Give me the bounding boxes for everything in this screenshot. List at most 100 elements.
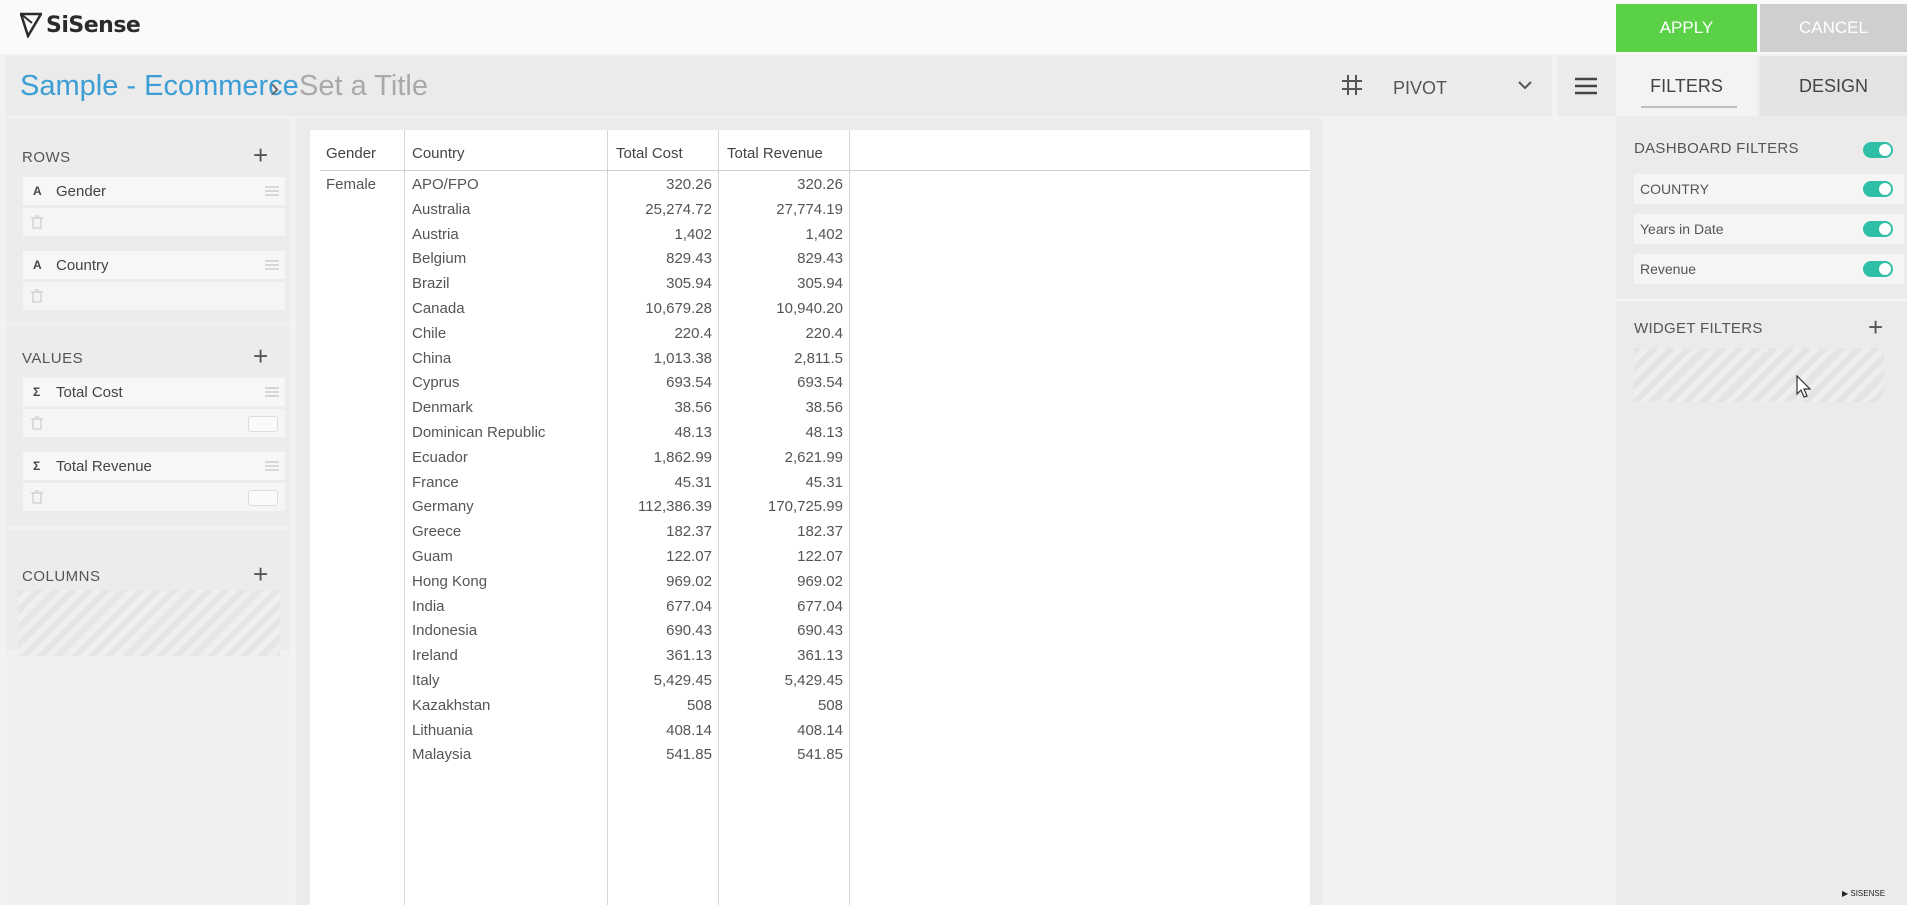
value-field-total-revenue-options bbox=[23, 483, 285, 511]
columns-section: COLUMNS + bbox=[6, 530, 290, 656]
panel-divider bbox=[1616, 299, 1907, 301]
total-cost-cell: 508 bbox=[686, 696, 712, 714]
total-revenue-cell: 10,940.20 bbox=[776, 300, 843, 317]
breadcrumb-separator-icon: › bbox=[270, 72, 280, 103]
trash-icon[interactable] bbox=[31, 215, 43, 229]
chevron-down-icon bbox=[1518, 81, 1532, 90]
field-name: Total Revenue bbox=[56, 458, 152, 475]
total-cost-cell: 10,679.28 bbox=[645, 300, 712, 317]
country-cell: Lithuania bbox=[412, 721, 473, 739]
mouse-cursor-icon bbox=[1796, 375, 1812, 398]
drag-handle-icon[interactable] bbox=[265, 186, 279, 196]
text-type-icon: A bbox=[33, 184, 42, 198]
country-cell: Canada bbox=[412, 300, 465, 317]
country-cell: Greece bbox=[412, 523, 462, 541]
country-cell: Dominican Republic bbox=[412, 424, 546, 441]
country-cell: Hong Kong bbox=[412, 572, 488, 590]
dashboard-filters-toggle[interactable] bbox=[1863, 142, 1893, 158]
datasource-link[interactable]: Sample - Ecommerce bbox=[20, 70, 299, 103]
total-cost-cell: 45.31 bbox=[674, 473, 712, 491]
add-column-icon[interactable]: + bbox=[253, 561, 268, 587]
filter-label: Revenue bbox=[1640, 261, 1697, 277]
total-cost-cell: 112,386.39 bbox=[638, 498, 712, 516]
value-field-total-cost[interactable]: Σ Total Cost bbox=[23, 378, 285, 406]
drag-handle-icon[interactable] bbox=[265, 461, 279, 471]
country-cell: Belgium bbox=[412, 250, 467, 268]
country-cell: India bbox=[412, 597, 445, 615]
filter-item-years-in-date[interactable]: Years in Date bbox=[1634, 214, 1904, 244]
table-row: Malaysia 541.85 541.85 bbox=[310, 738, 1310, 768]
tab-filters[interactable]: FILTERS bbox=[1616, 56, 1757, 116]
row-field-gender-options bbox=[23, 208, 285, 236]
title-bar: Sample - Ecommerce › Set a Title bbox=[6, 56, 1322, 116]
total-revenue-cell: 220.4 bbox=[805, 324, 843, 342]
sigma-icon: Σ bbox=[33, 385, 41, 399]
active-tab-indicator bbox=[1641, 106, 1737, 108]
grid-icon bbox=[1342, 75, 1362, 95]
trash-icon[interactable] bbox=[31, 416, 43, 430]
filter-toggle[interactable] bbox=[1863, 221, 1893, 237]
tab-design-label: DESIGN bbox=[1798, 75, 1868, 96]
filter-item-revenue[interactable]: Revenue bbox=[1634, 254, 1904, 284]
filter-label: COUNTRY bbox=[1640, 181, 1709, 197]
header-gender[interactable]: Gender bbox=[326, 130, 376, 170]
sisense-logo: SiSense bbox=[20, 8, 141, 42]
total-revenue-cell: 45.31 bbox=[805, 473, 843, 491]
widget-title-input[interactable]: Set a Title bbox=[299, 70, 428, 103]
total-cost-cell: 361.13 bbox=[666, 647, 712, 665]
total-revenue-cell: 693.54 bbox=[797, 374, 843, 392]
filter-toggle[interactable] bbox=[1863, 181, 1893, 197]
total-revenue-cell: 27,774.19 bbox=[776, 200, 843, 218]
dashboard-filters-title: DASHBOARD FILTERS bbox=[1634, 140, 1799, 157]
total-revenue-cell: 122.07 bbox=[797, 548, 843, 565]
header-country[interactable]: Country bbox=[412, 130, 465, 170]
total-cost-cell: 305.94 bbox=[666, 275, 712, 293]
values-section: VALUES + Σ Total Cost Σ Total Revenue bbox=[6, 326, 290, 526]
filter-toggle[interactable] bbox=[1863, 261, 1893, 277]
header-total-cost[interactable]: Total Cost bbox=[616, 130, 683, 170]
value-toggle[interactable] bbox=[248, 416, 278, 432]
value-toggle[interactable] bbox=[248, 490, 278, 506]
total-cost-cell: 5,429.45 bbox=[653, 672, 712, 689]
header-total-revenue[interactable]: Total Revenue bbox=[727, 130, 823, 170]
add-value-icon[interactable]: + bbox=[253, 343, 268, 369]
country-cell: Malaysia bbox=[412, 746, 472, 764]
filter-item-country[interactable]: COUNTRY bbox=[1634, 174, 1904, 204]
add-row-icon[interactable]: + bbox=[253, 142, 268, 168]
widget-type-selector[interactable]: PIVOT bbox=[1320, 56, 1552, 116]
logo-text: SiSense bbox=[46, 12, 141, 38]
total-revenue-cell: 48.13 bbox=[805, 424, 843, 441]
country-cell: France bbox=[412, 473, 459, 491]
sisense-logo-icon bbox=[20, 12, 42, 38]
total-revenue-cell: 5,429.45 bbox=[784, 672, 843, 689]
total-revenue-cell: 690.43 bbox=[797, 622, 843, 640]
row-field-country-options bbox=[23, 282, 285, 310]
drag-handle-icon[interactable] bbox=[265, 387, 279, 397]
trash-icon[interactable] bbox=[31, 490, 43, 504]
country-cell: Australia bbox=[412, 200, 471, 218]
total-revenue-cell: 829.43 bbox=[797, 250, 843, 268]
row-field-gender[interactable]: A Gender bbox=[23, 177, 285, 205]
cancel-button[interactable]: CANCEL bbox=[1760, 4, 1907, 52]
widget-filters-drop-zone[interactable] bbox=[1634, 348, 1884, 402]
row-field-country[interactable]: A Country bbox=[23, 251, 285, 279]
pivot-table: Gender Country Total Cost Total Revenue … bbox=[310, 130, 1310, 905]
left-panel: ROWS + A Gender A Country VALUES + Σ Tot… bbox=[6, 118, 290, 905]
field-name: Total Cost bbox=[56, 384, 123, 401]
rows-section: ROWS + A Gender A Country bbox=[6, 118, 290, 322]
columns-drop-zone[interactable] bbox=[18, 590, 280, 656]
tab-design[interactable]: DESIGN bbox=[1760, 56, 1907, 116]
menu-button[interactable] bbox=[1558, 56, 1616, 116]
apply-button[interactable]: APPLY bbox=[1616, 4, 1757, 52]
total-revenue-cell: 677.04 bbox=[797, 597, 843, 615]
country-cell: Indonesia bbox=[412, 622, 478, 640]
columns-title: COLUMNS bbox=[22, 568, 101, 585]
trash-icon[interactable] bbox=[31, 289, 43, 303]
drag-handle-icon[interactable] bbox=[265, 260, 279, 270]
country-cell: Kazakhstan bbox=[412, 696, 491, 714]
add-widget-filter-icon[interactable]: + bbox=[1868, 314, 1883, 340]
sigma-icon: Σ bbox=[33, 459, 41, 473]
country-cell: Germany bbox=[412, 498, 474, 516]
total-revenue-cell: 38.56 bbox=[805, 399, 843, 417]
value-field-total-revenue[interactable]: Σ Total Revenue bbox=[23, 452, 285, 480]
